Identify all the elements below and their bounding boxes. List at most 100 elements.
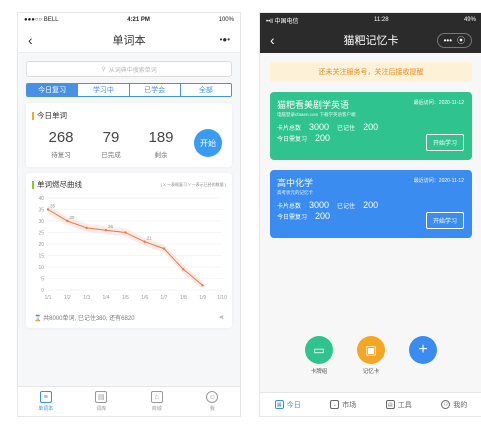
search-icon: ⚲ bbox=[101, 66, 106, 73]
x-tick-label: 1/6 bbox=[141, 295, 148, 301]
tab-today-review[interactable]: 今日复习 bbox=[27, 84, 79, 96]
deck-subtitle: 高考状元的记忆卡 bbox=[277, 190, 313, 195]
store-icon: ⌂ bbox=[150, 391, 163, 403]
tab-market[interactable]: ⌄ 市场 bbox=[316, 393, 372, 416]
search-input[interactable]: ⚲ 从词典中搜索单词 bbox=[26, 61, 232, 77]
tab-store[interactable]: ⌂ 商城 bbox=[129, 387, 185, 416]
burndown-summary: 共8000单词, 已记住380, 还有6820 bbox=[43, 316, 135, 322]
market-icon: ⌄ bbox=[330, 400, 340, 409]
data-point bbox=[46, 208, 50, 211]
today-title: 今日单词 bbox=[37, 111, 67, 120]
tab-learning[interactable]: 学习中 bbox=[78, 84, 130, 96]
burndown-card: 单词燃尽曲线 [ X 一表格复习 Y 一表示已经的数量 ] 0 5 10 15 20 25… bbox=[26, 173, 232, 328]
deck-icon: ▭ bbox=[305, 336, 333, 364]
more-icon: ••• bbox=[443, 35, 452, 45]
burndown-title: 单词燃尽曲线 bbox=[37, 180, 82, 189]
card-icon: ▣ bbox=[357, 336, 385, 364]
tab-learned[interactable]: 已学会 bbox=[129, 84, 181, 96]
data-point bbox=[162, 247, 166, 250]
battery-text: 49% bbox=[463, 17, 476, 23]
stat-pending: 268 待复习 bbox=[48, 129, 74, 159]
data-point bbox=[182, 268, 185, 271]
user-icon: ☺ bbox=[206, 391, 219, 403]
today-words-card: 今日单词 268 待复习 79 已完成 189 剩余 开始 bbox=[26, 103, 232, 167]
bottom-tab-bar: ▦ 今日 ⌄ 市场 ▤ 工具 ⚇ 我的 bbox=[260, 392, 481, 416]
x-tick-label: 1/7 bbox=[161, 295, 168, 301]
deck-card-english[interactable]: 猫粑看美剧学英语 最后访问：2020-11-12 电脑登录cfaaen.com … bbox=[270, 92, 472, 160]
x-tick-label: 1/4 bbox=[103, 295, 110, 301]
deck-subtitle: 电脑登录cfaaen.com 下载学英语客户端 bbox=[277, 112, 356, 117]
status-bar: ●●●○○ BELL 4:21 PM 100% bbox=[18, 13, 240, 27]
search-placeholder: 从词典中搜索单词 bbox=[108, 67, 157, 74]
stat-remaining: 189 剩余 bbox=[148, 129, 174, 159]
data-point bbox=[85, 226, 88, 230]
tab-tools[interactable]: ▤ 工具 bbox=[371, 393, 427, 416]
capsule-menu[interactable]: ••• ⦿ bbox=[436, 32, 472, 48]
data-point bbox=[66, 219, 69, 223]
start-button[interactable]: 开始 bbox=[194, 129, 222, 157]
data-label: 21 bbox=[147, 236, 153, 241]
carrier-text: ●●●○○ BELL bbox=[24, 17, 59, 23]
tab-me[interactable]: ☺ 我 bbox=[185, 387, 241, 416]
y-tick-label: 35 bbox=[38, 208, 44, 214]
page-title: 单词本 bbox=[112, 34, 146, 47]
y-tick-label: 5 bbox=[41, 277, 44, 283]
x-tick-label: 1/1 bbox=[45, 295, 52, 301]
start-learning-button[interactable]: 开始学习 bbox=[425, 134, 464, 151]
title-accent bbox=[32, 111, 34, 120]
y-tick-label: 15 bbox=[38, 254, 44, 260]
x-tick-label: 1/2 bbox=[64, 295, 71, 301]
close-icon: ⦿ bbox=[457, 35, 465, 45]
tab-word-book[interactable]: ≡ 单词本 bbox=[18, 387, 74, 416]
tab-today[interactable]: ▦ 今日 bbox=[260, 393, 316, 416]
tab-all[interactable]: 全部 bbox=[180, 84, 231, 96]
hourglass-icon: ⌛ bbox=[34, 316, 42, 322]
plus-icon: + bbox=[409, 336, 437, 364]
y-tick-label: 40 bbox=[38, 196, 44, 202]
nav-bar: ‹ 猫粑记忆卡 ••• ⦿ bbox=[260, 27, 481, 53]
time-text: 4:21 PM bbox=[127, 17, 150, 23]
user-icon: ⚇ bbox=[441, 400, 451, 409]
x-tick-label: 1/10 bbox=[217, 295, 227, 301]
share-icon[interactable]: ⋖ bbox=[219, 314, 224, 321]
memory-card-button[interactable]: ▣ 记忆卡 bbox=[357, 336, 385, 375]
y-tick-label: 25 bbox=[38, 231, 44, 237]
data-point bbox=[143, 240, 146, 243]
add-button[interactable]: + bbox=[409, 336, 437, 375]
library-icon: ▤ bbox=[95, 391, 108, 403]
burndown-chart: 0 5 10 15 20 25 30 35 40 1/1 1/2 1/3 1/4 1/5 1/6 1/7 1/8… bbox=[38, 196, 227, 301]
stat-done: 79 已完成 bbox=[101, 129, 121, 159]
more-icon[interactable]: •●• bbox=[220, 35, 230, 44]
y-tick-label: 30 bbox=[38, 219, 44, 225]
battery-text: 100% bbox=[218, 17, 234, 23]
deck-last-visit: 最近访问：2020-11-12 bbox=[413, 178, 464, 184]
deck-card-chemistry[interactable]: 高中化学 最近访问：2020-11-12 高考状元的记忆卡 卡片总数 3000 已记… bbox=[270, 170, 472, 238]
title-accent bbox=[32, 180, 34, 189]
calendar-icon: ▦ bbox=[274, 400, 284, 409]
carrier-text: ••ll 中国电信 bbox=[266, 18, 299, 25]
chart-legend: [ X 一表格复习 Y 一表示已经的数量 ] bbox=[160, 181, 226, 187]
back-icon[interactable]: ‹ bbox=[28, 33, 33, 47]
x-tick-label: 1/5 bbox=[122, 295, 129, 301]
tab-lexicon[interactable]: ▤ 词库 bbox=[74, 387, 130, 416]
y-tick-label: 20 bbox=[38, 242, 44, 248]
back-icon[interactable]: ‹ bbox=[270, 33, 275, 47]
nav-bar: ‹ 单词本 •●• bbox=[18, 27, 240, 53]
deck-last-visit: 最后访问：2020-11-12 bbox=[413, 100, 464, 106]
x-tick-label: 1/3 bbox=[83, 295, 90, 301]
tab-mine[interactable]: ⚇ 我的 bbox=[427, 393, 481, 416]
status-bar: ••ll 中国电信 11:28 49% bbox=[260, 13, 481, 27]
start-learning-button[interactable]: 开始学习 bbox=[425, 212, 464, 229]
x-tick-label: 1/8 bbox=[180, 295, 187, 301]
tab-bar: 今日复习 学习中 已学会 全部 bbox=[26, 83, 232, 97]
data-label: 30 bbox=[69, 215, 75, 220]
data-point bbox=[104, 229, 108, 232]
data-point bbox=[124, 231, 127, 234]
action-buttons: ▭ 卡牌组 ▣ 记忆卡 + bbox=[260, 336, 481, 375]
word-book-screen: ●●●○○ BELL 4:21 PM 100% ‹ 单词本 •●• ⚲ 从词典中… bbox=[17, 12, 241, 417]
y-tick-label: 10 bbox=[38, 265, 44, 271]
deck-group-button[interactable]: ▭ 卡牌组 bbox=[305, 336, 333, 375]
memory-card-screen: ••ll 中国电信 11:28 49% ‹ 猫粑记忆卡 ••• ⦿ 还未关注服务号… bbox=[259, 12, 481, 417]
follow-notice[interactable]: 还未关注服务号，关注后接收提醒 bbox=[270, 62, 472, 82]
data-label: 35 bbox=[50, 204, 56, 209]
